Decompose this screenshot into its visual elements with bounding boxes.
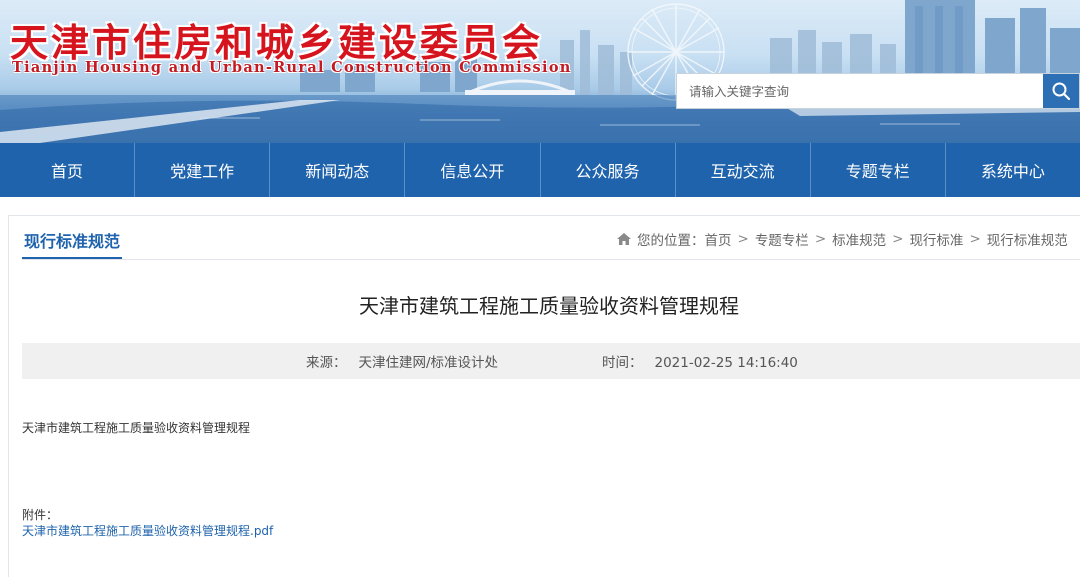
article-title: 天津市建筑工程施工质量验收资料管理规程 [359, 294, 739, 318]
section-tab[interactable]: 现行标准规范 [22, 228, 123, 260]
breadcrumb-prefix: 您的位置： [637, 233, 705, 249]
attachment-label: 附件： [22, 508, 59, 522]
article-source: 来源： 天津住建网/标准设计处 [306, 351, 498, 371]
search-input[interactable] [677, 74, 1043, 108]
breadcrumb-current-page[interactable]: 现行标准规范 [987, 229, 1068, 249]
header-banner: 天津市住房和城乡建设委员会 Tianjin Housing and Urban-… [0, 0, 1080, 143]
nav-item-home[interactable]: 首页 [0, 143, 136, 197]
source-label: 来源： [306, 355, 347, 371]
nav-item-public-service[interactable]: 公众服务 [541, 143, 676, 197]
nav-item-party-building[interactable]: 党建工作 [135, 143, 271, 197]
breadcrumb-special-topics[interactable]: 专题专栏 [755, 229, 809, 249]
site-subtitle: Tianjin Housing and Urban-Rural Construc… [12, 59, 572, 76]
time-label: 时间： [602, 355, 643, 371]
search-icon [1052, 82, 1071, 101]
breadcrumb-home[interactable]: 首页 [705, 229, 732, 249]
main-nav: 首页 党建工作 新闻动态 信息公开 公众服务 互动交流 专题专栏 系统中心 [0, 143, 1080, 197]
nav-item-special-topics[interactable]: 专题专栏 [811, 143, 946, 197]
breadcrumb: 您的位置： 首页 > 专题专栏 > 标准规范 > 现行标准 > 现行标准规范 [616, 229, 1068, 249]
breadcrumb-separator: > [737, 231, 749, 247]
home-icon [616, 232, 632, 246]
article-body: 天津市建筑工程施工质量验收资料管理规程 [22, 421, 251, 435]
search-box [676, 73, 1080, 109]
nav-item-system-center[interactable]: 系统中心 [946, 143, 1080, 197]
nav-item-interaction[interactable]: 互动交流 [676, 143, 811, 197]
search-button[interactable] [1043, 74, 1079, 108]
section-divider [22, 259, 1080, 260]
attachment-link[interactable]: 天津市建筑工程施工质量验收资料管理规程.pdf [22, 522, 273, 539]
breadcrumb-standards[interactable]: 标准规范 [832, 229, 886, 249]
breadcrumb-separator: > [969, 231, 981, 247]
breadcrumb-current-standards[interactable]: 现行标准 [909, 229, 963, 249]
breadcrumb-separator: > [892, 231, 904, 247]
source-value: 天津住建网/标准设计处 [358, 355, 499, 371]
breadcrumb-separator: > [814, 231, 827, 247]
nav-item-news[interactable]: 新闻动态 [270, 143, 406, 197]
article-meta: 来源： 天津住建网/标准设计处 时间： 2021-02-25 14:16:40 [22, 343, 1080, 379]
nav-item-info-disclosure[interactable]: 信息公开 [405, 143, 541, 197]
time-value: 2021-02-25 14:16:40 [654, 355, 798, 371]
article-time: 时间： 2021-02-25 14:16:40 [602, 351, 798, 371]
